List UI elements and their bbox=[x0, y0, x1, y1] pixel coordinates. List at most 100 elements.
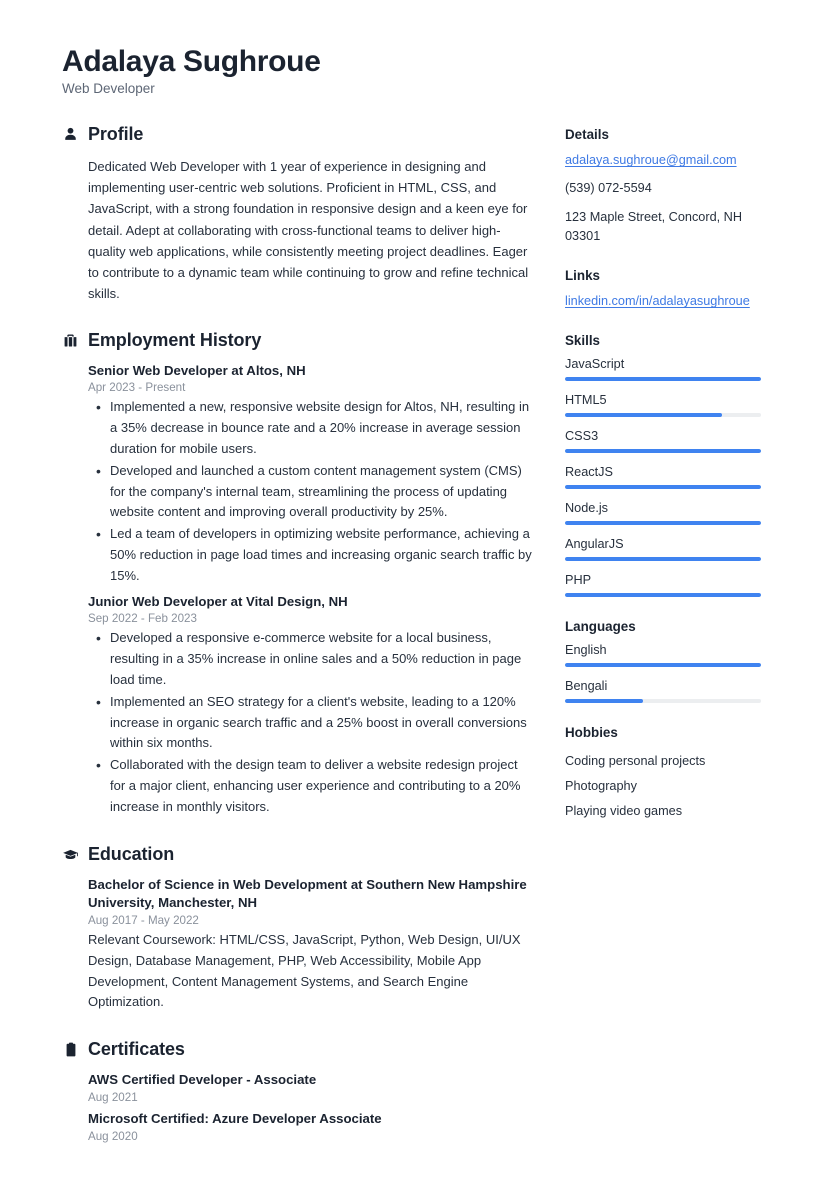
candidate-job-title: Web Developer bbox=[62, 81, 155, 97]
skill-label: CSS3 bbox=[565, 429, 599, 444]
language-bar-track bbox=[565, 663, 761, 668]
skill-bar-track bbox=[565, 485, 761, 490]
skill-bar-track bbox=[565, 449, 761, 454]
skill-bar-fill bbox=[565, 557, 761, 562]
certificate-entry-title: Microsoft Certified: Azure Developer Ass… bbox=[88, 1110, 382, 1126]
section-education-body: Bachelor of Science in Web Development a… bbox=[62, 876, 532, 1014]
skill-bar-fill bbox=[565, 377, 761, 382]
section-employment: Employment History Senior Web Developer … bbox=[62, 330, 532, 818]
sidebar-skills: Skills JavaScript HTML5 CSS3 ReactJS Nod… bbox=[565, 333, 777, 598]
language-label: English bbox=[565, 643, 607, 658]
skill-bar-track bbox=[565, 377, 761, 382]
certificate-entry-title: AWS Certified Developer - Associate bbox=[88, 1072, 317, 1088]
skill-bar-fill bbox=[565, 485, 761, 490]
list-item: Developed and launched a custom content … bbox=[88, 460, 532, 523]
skill-bar-fill bbox=[565, 449, 761, 454]
employment-entry-date: Apr 2023 - Present bbox=[88, 381, 186, 395]
certificate-entry-date: Aug 2020 bbox=[88, 1129, 138, 1143]
linkedin-link[interactable]: linkedin.com/in/adalayasughroue bbox=[565, 292, 777, 311]
profile-text: Dedicated Web Developer with 1 year of e… bbox=[88, 159, 529, 301]
skill-bar-track bbox=[565, 557, 761, 562]
sidebar-links-title: Links bbox=[565, 268, 600, 284]
list-item: Led a team of developers in optimizing w… bbox=[88, 523, 532, 586]
skill-bar-track bbox=[565, 593, 761, 598]
resume-header: Adalaya Sughroue Web Developer bbox=[62, 44, 779, 96]
language-bar-fill bbox=[565, 663, 761, 668]
clipboard-icon bbox=[62, 1041, 79, 1058]
skill-bar-track bbox=[565, 413, 761, 418]
section-certificates-header: Certificates bbox=[62, 1039, 532, 1060]
employment-entry-date: Sep 2022 - Feb 2023 bbox=[88, 612, 197, 626]
phone-number: (539) 072-5594 bbox=[565, 181, 652, 196]
section-profile-header: Profile bbox=[62, 124, 532, 145]
sidebar-hobbies: Hobbies Coding personal projects Photogr… bbox=[565, 725, 777, 823]
main-column: Profile Dedicated Web Developer with 1 y… bbox=[62, 124, 532, 1168]
hobby-item: Playing video games bbox=[565, 803, 683, 818]
skill-item: JavaScript bbox=[565, 357, 777, 382]
skill-item: PHP bbox=[565, 573, 777, 598]
list-item: Developed a responsive e-commerce websit… bbox=[88, 627, 532, 690]
language-item: English bbox=[565, 643, 777, 668]
skill-label: JavaScript bbox=[565, 357, 625, 372]
education-entry: Bachelor of Science in Web Development a… bbox=[88, 876, 532, 1014]
skill-bar-fill bbox=[565, 521, 761, 526]
sidebar-hobbies-title: Hobbies bbox=[565, 725, 618, 741]
skill-item: CSS3 bbox=[565, 429, 777, 454]
section-employment-body: Senior Web Developer at Altos, NH Apr 20… bbox=[62, 362, 532, 818]
section-education: Education Bachelor of Science in Web Dev… bbox=[62, 844, 532, 1014]
section-education-header: Education bbox=[62, 844, 532, 865]
section-education-title: Education bbox=[88, 843, 175, 864]
sidebar-languages-title: Languages bbox=[565, 619, 636, 635]
section-certificates: Certificates AWS Certified Developer - A… bbox=[62, 1039, 532, 1143]
section-certificates-body: AWS Certified Developer - Associate Aug … bbox=[62, 1071, 532, 1142]
education-entry-description: Relevant Coursework: HTML/CSS, JavaScrip… bbox=[88, 932, 521, 1010]
language-item: Bengali bbox=[565, 679, 777, 704]
list-item: Implemented an SEO strategy for a client… bbox=[88, 691, 532, 754]
list-item: Collaborated with the design team to del… bbox=[88, 754, 532, 817]
skill-bar-fill bbox=[565, 413, 722, 418]
skill-bar-fill bbox=[565, 593, 761, 598]
skill-item: Node.js bbox=[565, 501, 777, 526]
sidebar-details-title: Details bbox=[565, 127, 609, 143]
sidebar-languages: Languages English Bengali bbox=[565, 619, 777, 704]
skill-label: PHP bbox=[565, 573, 592, 588]
graduation-cap-icon bbox=[62, 846, 79, 863]
skill-label: ReactJS bbox=[565, 465, 613, 480]
section-profile-title: Profile bbox=[88, 124, 144, 145]
sidebar-skills-title: Skills bbox=[565, 333, 600, 349]
education-entry-date: Aug 2017 - May 2022 bbox=[88, 914, 199, 927]
skill-item: HTML5 bbox=[565, 393, 777, 418]
skill-label: AngularJS bbox=[565, 537, 624, 552]
language-bar-track bbox=[565, 699, 761, 704]
section-employment-title: Employment History bbox=[88, 329, 262, 350]
section-profile: Profile Dedicated Web Developer with 1 y… bbox=[62, 124, 532, 303]
language-bar-fill bbox=[565, 699, 644, 704]
hobby-item: Coding personal projects bbox=[565, 754, 706, 769]
email-link[interactable]: adalaya.sughroue@gmail.com bbox=[565, 151, 777, 170]
sidebar-column: Details adalaya.sughroue@gmail.com (539)… bbox=[565, 124, 777, 845]
postal-address: 123 Maple Street, Concord, NH 03301 bbox=[565, 209, 743, 244]
education-entry-title: Bachelor of Science in Web Development a… bbox=[88, 876, 527, 911]
sidebar-links: Links linkedin.com/in/adalayasughroue bbox=[565, 268, 777, 311]
candidate-name: Adalaya Sughroue bbox=[62, 45, 321, 78]
skill-item: AngularJS bbox=[565, 537, 777, 562]
section-employment-header: Employment History bbox=[62, 330, 532, 351]
section-profile-body: Dedicated Web Developer with 1 year of e… bbox=[62, 156, 532, 303]
resume-page: Adalaya Sughroue Web Developer Profile D… bbox=[0, 0, 833, 1178]
certificate-entry: AWS Certified Developer - Associate Aug … bbox=[88, 1071, 532, 1104]
employment-entry-title: Junior Web Developer at Vital Design, NH bbox=[88, 593, 348, 609]
employment-entry-title: Senior Web Developer at Altos, NH bbox=[88, 362, 306, 378]
user-icon bbox=[62, 126, 79, 143]
briefcase-icon bbox=[62, 332, 79, 349]
employment-entry-bullets: Developed a responsive e-commerce websit… bbox=[88, 627, 532, 817]
employment-entry: Senior Web Developer at Altos, NH Apr 20… bbox=[88, 362, 532, 587]
section-certificates-title: Certificates bbox=[88, 1039, 185, 1060]
hobby-item: Photography bbox=[565, 779, 637, 794]
skill-label: HTML5 bbox=[565, 393, 607, 408]
certificate-entry: Microsoft Certified: Azure Developer Ass… bbox=[88, 1110, 532, 1143]
certificate-entry-date: Aug 2021 bbox=[88, 1090, 138, 1104]
employment-entry: Junior Web Developer at Vital Design, NH… bbox=[88, 593, 532, 818]
language-label: Bengali bbox=[565, 679, 608, 694]
resume-columns: Profile Dedicated Web Developer with 1 y… bbox=[62, 124, 779, 1168]
employment-entry-bullets: Implemented a new, responsive website de… bbox=[88, 396, 532, 586]
